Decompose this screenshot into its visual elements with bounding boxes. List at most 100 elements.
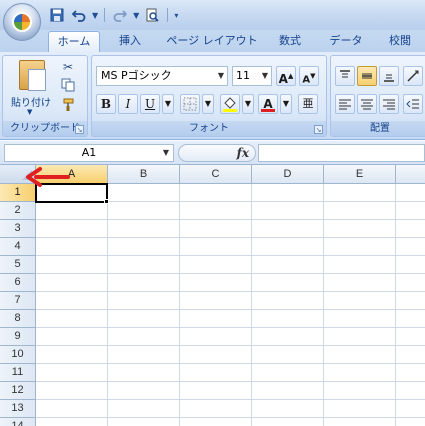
insert-function-button[interactable]: fx [237, 146, 249, 160]
print-preview-icon[interactable] [143, 6, 161, 24]
gridline [36, 417, 425, 418]
font-name-value: MS Pゴシック [101, 69, 172, 82]
row-header[interactable]: 6 [0, 274, 36, 292]
toolbar-divider [104, 8, 106, 22]
align-top-icon[interactable] [335, 66, 355, 86]
fill-handle[interactable] [104, 199, 109, 204]
row-header[interactable]: 8 [0, 310, 36, 328]
spreadsheet-grid[interactable]: A B C D E 1 2 3 4 5 6 7 8 9 10 11 12 13 … [0, 165, 425, 426]
tab-data[interactable]: データ [322, 31, 370, 52]
column-header-e[interactable]: E [324, 165, 396, 184]
tab-page-layout[interactable]: ページ レイアウト [160, 31, 264, 52]
office-logo-icon [12, 12, 32, 32]
borders-button[interactable] [180, 94, 200, 114]
office-button[interactable] [3, 3, 41, 41]
row-header[interactable]: 4 [0, 238, 36, 256]
undo-icon[interactable] [70, 6, 88, 24]
orientation-icon[interactable] [403, 66, 423, 86]
gridline [36, 327, 425, 328]
gridline [36, 399, 425, 400]
gridline [36, 309, 425, 310]
column-header-f[interactable] [396, 165, 425, 184]
undo-dropdown-icon[interactable]: ▼ [92, 11, 98, 20]
format-painter-icon[interactable] [59, 98, 77, 116]
customize-toolbar-icon[interactable]: ▾ [174, 11, 178, 20]
row-header[interactable]: 3 [0, 220, 36, 238]
title-bar: ▼ ▼ ▾ [0, 0, 425, 30]
tab-insert[interactable]: 挿入 [108, 31, 152, 52]
font-size-value: 11 [236, 69, 250, 82]
underline-dropdown-icon[interactable]: ▼ [162, 94, 174, 114]
font-color-button[interactable]: A [258, 94, 278, 114]
paste-icon [19, 60, 46, 91]
tab-review[interactable]: 校閲 [378, 31, 422, 52]
gridline [395, 184, 396, 426]
gridline [323, 184, 324, 426]
shrink-font-button[interactable]: A▼ [299, 66, 319, 86]
tab-home[interactable]: ホーム [48, 31, 100, 52]
phonetic-guide-button[interactable]: 亜 [298, 94, 318, 114]
name-box[interactable]: A1 ▼ [4, 144, 174, 162]
row-header[interactable]: 12 [0, 382, 36, 400]
column-header-b[interactable]: B [108, 165, 180, 184]
redo-dropdown-icon[interactable]: ▼ [133, 11, 139, 20]
row-header[interactable]: 2 [0, 202, 36, 220]
chevron-down-icon: ▼ [261, 71, 268, 80]
tab-formulas[interactable]: 数式 [268, 31, 312, 52]
column-header-c[interactable]: C [180, 165, 252, 184]
gridline [36, 363, 425, 364]
gridline [36, 237, 425, 238]
grow-font-button[interactable]: A▲ [276, 66, 296, 86]
alignment-group-label: 配置 [331, 121, 425, 136]
row-header[interactable]: 11 [0, 364, 36, 382]
toolbar-divider [167, 8, 169, 22]
ribbon-tabs: ホーム 挿入 ページ レイアウト 数式 データ 校閲 [0, 30, 425, 52]
font-dialog-launcher-icon[interactable]: ↘ [314, 125, 323, 134]
row-header[interactable]: 7 [0, 292, 36, 310]
row-header[interactable]: 10 [0, 346, 36, 364]
row-header[interactable]: 13 [0, 400, 36, 418]
gridline [36, 381, 425, 382]
fill-color-button[interactable] [220, 94, 240, 114]
align-left-icon[interactable] [335, 94, 355, 114]
shrink-font-icon: A [302, 74, 311, 86]
bold-button[interactable]: B [96, 94, 116, 114]
save-icon[interactable] [48, 6, 66, 24]
font-group: MS Pゴシック ▼ 11 ▼ A▲ A▼ B I U ▼ ▼ ▼ A ▼ 亜 … [91, 55, 327, 137]
clipboard-dialog-launcher-icon[interactable]: ↘ [75, 125, 84, 134]
chevron-down-icon[interactable]: ▼ [163, 145, 169, 161]
paste-button[interactable]: 貼り付け ▼ [7, 58, 55, 120]
column-header-d[interactable]: D [252, 165, 324, 184]
gridline [107, 184, 108, 426]
align-bottom-icon[interactable] [379, 66, 399, 86]
annotation-arrow-icon [26, 167, 70, 187]
gridline [179, 184, 180, 426]
font-group-label: フォント [92, 121, 326, 136]
align-middle-icon[interactable] [357, 66, 377, 86]
borders-dropdown-icon[interactable]: ▼ [202, 94, 214, 114]
formula-bar: A1 ▼ fx [0, 141, 425, 165]
row-header[interactable]: 9 [0, 328, 36, 346]
italic-button[interactable]: I [118, 94, 138, 114]
gridline [36, 345, 425, 346]
alignment-group: 配置 [330, 55, 425, 137]
formula-input[interactable] [258, 144, 425, 162]
font-name-select[interactable]: MS Pゴシック ▼ [96, 66, 228, 86]
ribbon: 貼り付け ▼ ✂ クリップボード ↘ MS Pゴシック ▼ 11 ▼ A▲ A▼… [0, 52, 425, 140]
underline-button[interactable]: U [140, 94, 160, 114]
decrease-indent-icon[interactable] [403, 94, 423, 114]
copy-icon[interactable] [59, 78, 77, 96]
font-color-dropdown-icon[interactable]: ▼ [280, 94, 292, 114]
cut-icon[interactable]: ✂ [59, 58, 77, 76]
row-header[interactable]: 5 [0, 256, 36, 274]
font-size-select[interactable]: 11 ▼ [232, 66, 272, 86]
fill-color-dropdown-icon[interactable]: ▼ [242, 94, 254, 114]
insert-function-area: fx [178, 144, 256, 162]
align-center-icon[interactable] [357, 94, 377, 114]
gridline [36, 219, 425, 220]
gridline [251, 184, 252, 426]
align-right-icon[interactable] [379, 94, 399, 114]
row-header[interactable]: 14 [0, 418, 36, 426]
redo-icon[interactable] [111, 6, 129, 24]
paste-label: 貼り付け [11, 98, 51, 109]
